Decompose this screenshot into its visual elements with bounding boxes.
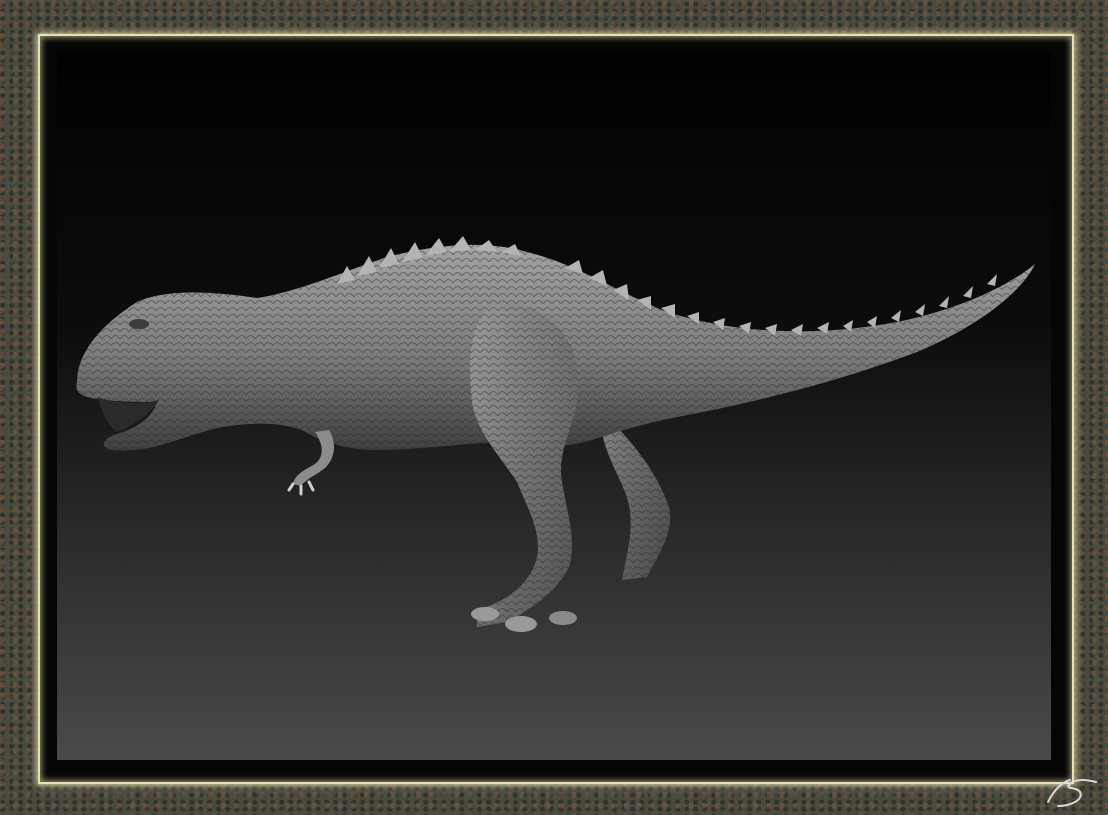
arm <box>287 430 334 496</box>
front-leg <box>470 302 579 632</box>
render-viewport <box>57 52 1051 760</box>
toe <box>505 616 537 632</box>
eye <box>129 319 149 329</box>
artist-signature <box>1047 779 1097 807</box>
back-leg <box>602 422 671 580</box>
toe <box>471 607 499 621</box>
dinosaur-sculpture <box>76 236 1036 632</box>
toe <box>549 611 577 625</box>
